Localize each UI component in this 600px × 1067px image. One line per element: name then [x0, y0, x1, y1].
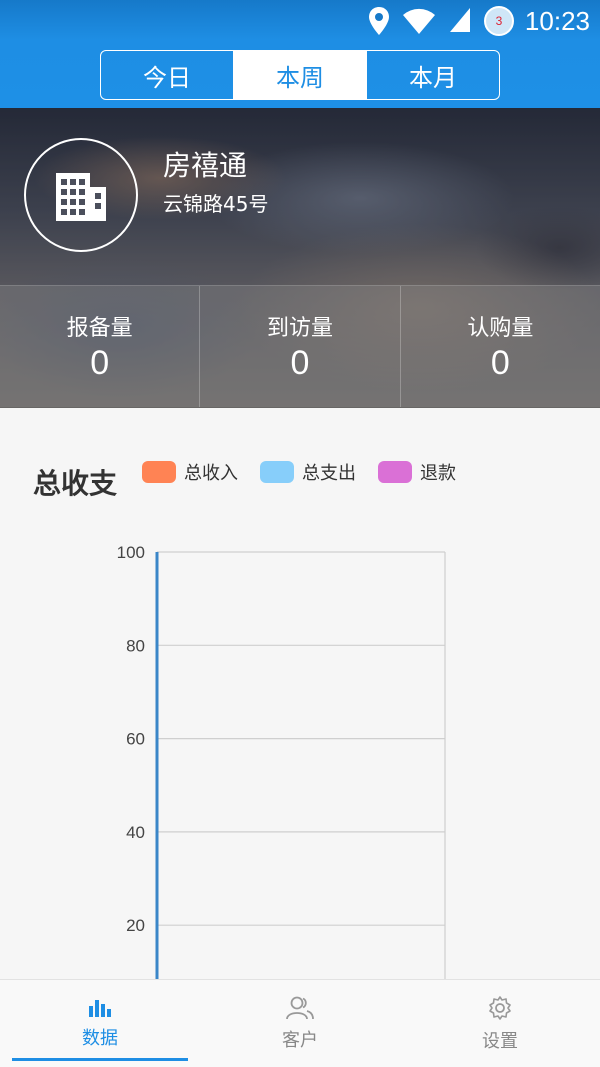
legend-label: 退款	[420, 463, 456, 484]
y-tick-label: 100	[117, 543, 145, 562]
y-tick-label: 20	[126, 916, 145, 935]
property-hero: 房禧通 云锦路45号 报备量 0 到访量 0 认购量 0	[0, 108, 600, 408]
tab-label: 本月	[409, 63, 457, 92]
location-icon	[369, 7, 389, 35]
period-segmented-control: 今日 本周 本月	[100, 50, 500, 100]
y-tick-label: 60	[126, 730, 145, 749]
y-tick-label: 80	[126, 636, 145, 655]
y-tick-label: 40	[126, 823, 145, 842]
tab-this-week[interactable]: 本周	[234, 51, 367, 99]
nav-settings[interactable]: 设置	[400, 980, 600, 1067]
active-tab-indicator	[12, 1058, 188, 1061]
property-avatar	[24, 138, 138, 252]
legend-label: 总收入	[184, 463, 238, 484]
stats-row: 报备量 0 到访量 0 认购量 0	[0, 285, 600, 407]
building-icon	[56, 173, 106, 221]
notification-count: 3	[495, 14, 503, 28]
stat-report: 报备量 0	[0, 286, 201, 407]
users-icon	[286, 996, 314, 1019]
tab-this-month[interactable]: 本月	[367, 51, 499, 99]
stat-subscription: 认购量 0	[401, 286, 600, 407]
gear-icon	[489, 995, 511, 1020]
tab-label: 本周	[276, 63, 324, 92]
nav-data[interactable]: 数据	[0, 980, 200, 1067]
bottom-nav: 数据 客户 设置	[0, 979, 600, 1067]
signal-icon	[450, 8, 470, 32]
chart-title: 总收支	[33, 467, 118, 500]
tab-label: 今日	[143, 63, 191, 92]
stat-value: 0	[290, 344, 310, 382]
income-expense-chart: 100 80 60 40 20	[117, 543, 446, 979]
stat-label: 报备量	[66, 316, 133, 341]
stat-label: 到访量	[266, 316, 333, 341]
property-address: 云锦路45号	[163, 192, 269, 216]
legend-item-expense: 总支出	[260, 459, 356, 485]
legend-item-refund: 退款	[378, 459, 456, 485]
tab-today[interactable]: 今日	[101, 51, 234, 99]
status-bar: 3 10:23	[0, 0, 600, 44]
stat-label: 认购量	[467, 316, 534, 341]
legend-item-income: 总收入	[142, 459, 238, 485]
app-header: 3 10:23 今日 本周 本月	[0, 0, 600, 108]
property-name: 房禧通	[163, 149, 248, 182]
nav-label: 设置	[482, 1030, 518, 1052]
status-time: 10:23	[524, 6, 590, 36]
stat-value: 0	[490, 344, 510, 382]
nav-label: 数据	[82, 1027, 118, 1049]
nav-customers[interactable]: 客户	[200, 980, 400, 1067]
legend-swatch	[378, 461, 412, 483]
bar-chart-icon	[89, 999, 111, 1017]
legend-swatch	[260, 461, 294, 483]
legend-label: 总支出	[302, 463, 356, 484]
nav-label: 客户	[282, 1029, 318, 1051]
notification-icon: 3	[484, 6, 514, 36]
stat-value: 0	[90, 344, 110, 382]
wifi-icon	[403, 8, 435, 35]
stat-visit: 到访量 0	[200, 286, 401, 407]
legend-swatch	[142, 461, 176, 483]
